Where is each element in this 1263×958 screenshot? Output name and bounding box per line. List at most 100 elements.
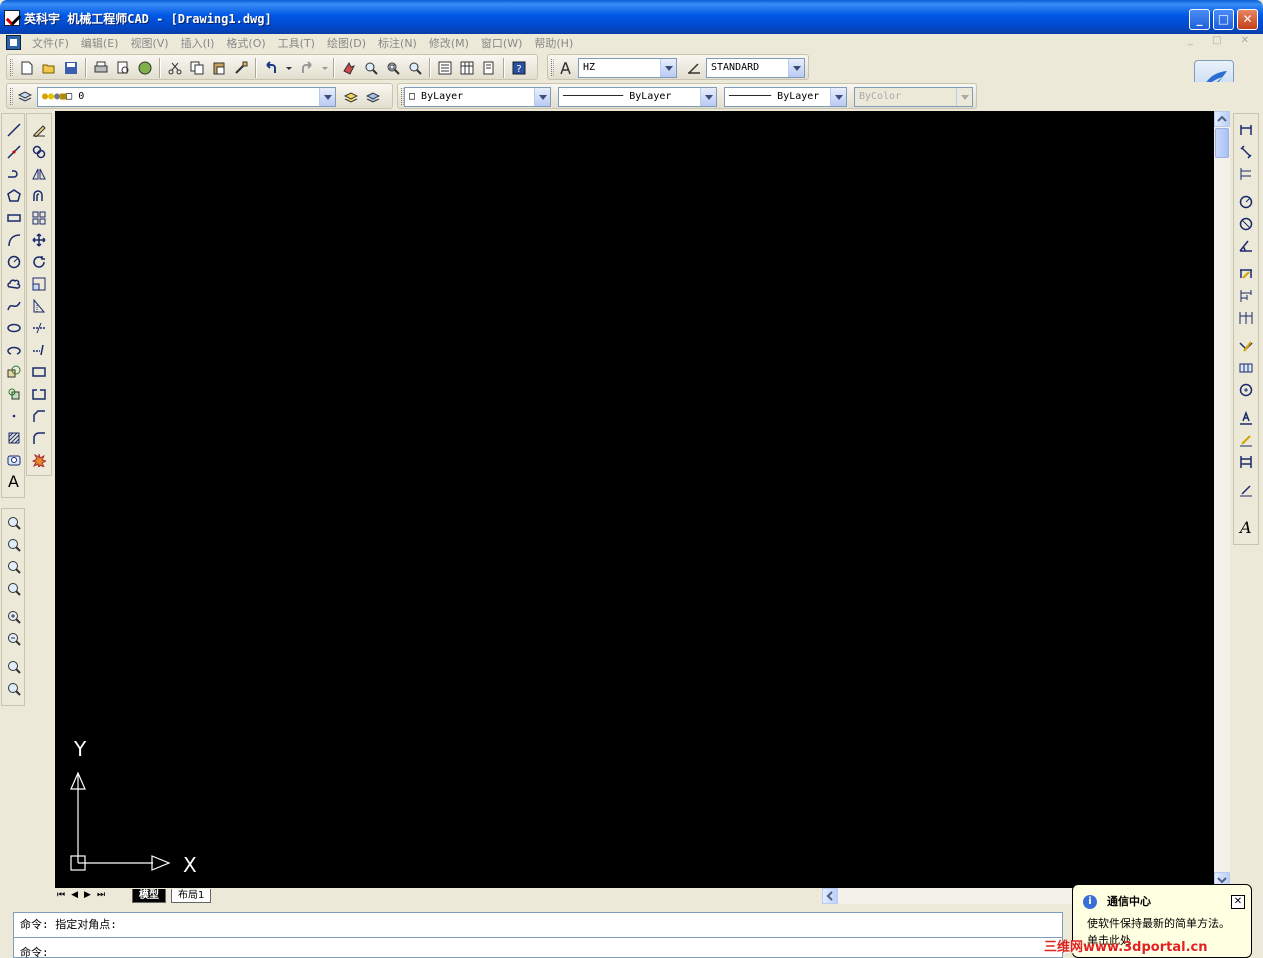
- offset-button[interactable]: [29, 186, 49, 206]
- quick-dimension-button[interactable]: [1236, 264, 1256, 284]
- help-button[interactable]: ?: [509, 58, 529, 78]
- menu-draw[interactable]: 绘图(D): [321, 35, 372, 51]
- open-button[interactable]: [39, 58, 59, 78]
- chevron-down-icon[interactable]: [319, 88, 335, 106]
- center-mark-button[interactable]: [1236, 380, 1256, 400]
- paste-button[interactable]: [209, 58, 229, 78]
- maximize-button[interactable]: □: [1213, 9, 1234, 30]
- chevron-down-icon[interactable]: [660, 59, 676, 77]
- tolerance-button[interactable]: [1236, 358, 1256, 378]
- app-logo-icon[interactable]: [4, 10, 20, 26]
- redo-dropdown[interactable]: [319, 58, 329, 78]
- chamfer-button[interactable]: [29, 406, 49, 426]
- properties-button[interactable]: [435, 58, 455, 78]
- scrollbar-thumb[interactable]: [1215, 128, 1229, 158]
- chevron-down-icon[interactable]: [830, 88, 846, 106]
- linear-dimension-button[interactable]: [1236, 120, 1256, 140]
- layer-previous-button[interactable]: [363, 87, 383, 107]
- dimension-text-style-button[interactable]: A: [1236, 518, 1256, 538]
- zoom-scale-tool[interactable]: [4, 557, 24, 577]
- menu-help[interactable]: 帮助(H): [528, 35, 579, 51]
- zoom-window-tool[interactable]: [4, 513, 24, 533]
- redo-button[interactable]: [297, 58, 317, 78]
- explode-button[interactable]: [29, 450, 49, 470]
- lineweight-select[interactable]: ─────── ByLayer: [724, 87, 847, 107]
- tool-palettes-button[interactable]: [479, 58, 499, 78]
- arc-button[interactable]: [4, 230, 24, 250]
- circle-button[interactable]: [4, 252, 24, 272]
- close-button[interactable]: ✕: [1237, 9, 1258, 30]
- menu-view[interactable]: 视图(V): [124, 35, 174, 51]
- revision-cloud-button[interactable]: [4, 274, 24, 294]
- scroll-left-button[interactable]: [822, 888, 838, 904]
- zoom-realtime-button[interactable]: [361, 58, 381, 78]
- pan-realtime-button[interactable]: [339, 58, 359, 78]
- text-style-button[interactable]: [556, 58, 576, 78]
- text-style-select[interactable]: HZ: [578, 58, 677, 78]
- rectangle-button[interactable]: [4, 208, 24, 228]
- undo-button[interactable]: [261, 58, 281, 78]
- command-prompt-input[interactable]: 命令:: [20, 944, 49, 958]
- print-button[interactable]: [91, 58, 111, 78]
- save-button[interactable]: [61, 58, 81, 78]
- quick-leader-button[interactable]: [1236, 336, 1256, 356]
- layer-select[interactable]: ●●●■□ 0: [37, 87, 336, 107]
- mirror-button[interactable]: [29, 164, 49, 184]
- dimension-update-button[interactable]: [1236, 452, 1256, 472]
- stretch-button[interactable]: [29, 296, 49, 316]
- array-button[interactable]: [29, 208, 49, 228]
- zoom-center-tool[interactable]: [4, 579, 24, 599]
- ellipse-arc-button[interactable]: [4, 340, 24, 360]
- menu-tools[interactable]: 工具(T): [272, 35, 321, 51]
- tab-navigation-arrows[interactable]: ⏮◀▶⏭: [57, 890, 111, 900]
- drawing-canvas[interactable]: Y X: [55, 111, 1214, 888]
- document-icon[interactable]: [6, 35, 21, 50]
- command-window[interactable]: 命令: 指定对角点: 命令:: [13, 912, 1063, 958]
- chevron-down-icon[interactable]: [534, 88, 550, 106]
- polygon-button[interactable]: [4, 186, 24, 206]
- polyline-button[interactable]: [4, 164, 24, 184]
- design-center-button[interactable]: [457, 58, 477, 78]
- extend-button[interactable]: [29, 340, 49, 360]
- title-bar[interactable]: 英科宇 机械工程师CAD - [Drawing1.dwg] _ □ ✕: [0, 0, 1263, 34]
- minimize-button[interactable]: _: [1189, 9, 1210, 30]
- dimension-text-edit-button[interactable]: [1236, 430, 1256, 450]
- zoom-dynamic-tool[interactable]: [4, 535, 24, 555]
- continue-dimension-button[interactable]: [1236, 308, 1256, 328]
- hatch-button[interactable]: [4, 428, 24, 448]
- copy-button[interactable]: [187, 58, 207, 78]
- fillet-button[interactable]: [29, 428, 49, 448]
- baseline-dimension-button[interactable]: [1236, 286, 1256, 306]
- dimension-style-tool[interactable]: [1236, 480, 1256, 500]
- trim-button[interactable]: [29, 318, 49, 338]
- document-window-controls[interactable]: _ □ ✕: [1188, 35, 1257, 46]
- make-block-button[interactable]: [4, 384, 24, 404]
- dimension-edit-button[interactable]: [1236, 408, 1256, 428]
- make-current-layer-button[interactable]: [341, 87, 361, 107]
- ordinate-dimension-button[interactable]: [1236, 164, 1256, 184]
- menu-modify[interactable]: 修改(M): [423, 35, 475, 51]
- construction-line-button[interactable]: [4, 142, 24, 162]
- line-button[interactable]: [4, 120, 24, 140]
- radius-dimension-button[interactable]: [1236, 192, 1256, 212]
- dimension-style-button[interactable]: [684, 58, 704, 78]
- dimension-style-select[interactable]: STANDARD: [706, 58, 805, 78]
- vertical-scrollbar[interactable]: [1214, 111, 1230, 888]
- region-button[interactable]: [4, 450, 24, 470]
- ellipse-button[interactable]: [4, 318, 24, 338]
- zoom-out-tool[interactable]: [4, 629, 24, 649]
- copy-object-button[interactable]: [29, 142, 49, 162]
- break-button[interactable]: [29, 384, 49, 404]
- spline-button[interactable]: [4, 296, 24, 316]
- menu-dimension[interactable]: 标注(N): [372, 35, 423, 51]
- diameter-dimension-button[interactable]: [1236, 214, 1256, 234]
- aligned-dimension-button[interactable]: [1236, 142, 1256, 162]
- menu-insert[interactable]: 插入(I): [175, 35, 221, 51]
- zoom-window-button[interactable]: [383, 58, 403, 78]
- scroll-up-button[interactable]: [1214, 111, 1230, 127]
- linetype-select[interactable]: ────────── ByLayer: [558, 87, 717, 107]
- scale-button[interactable]: [29, 274, 49, 294]
- rotate-button[interactable]: [29, 252, 49, 272]
- balloon-close-button[interactable]: ✕: [1231, 895, 1245, 909]
- angular-dimension-button[interactable]: [1236, 236, 1256, 256]
